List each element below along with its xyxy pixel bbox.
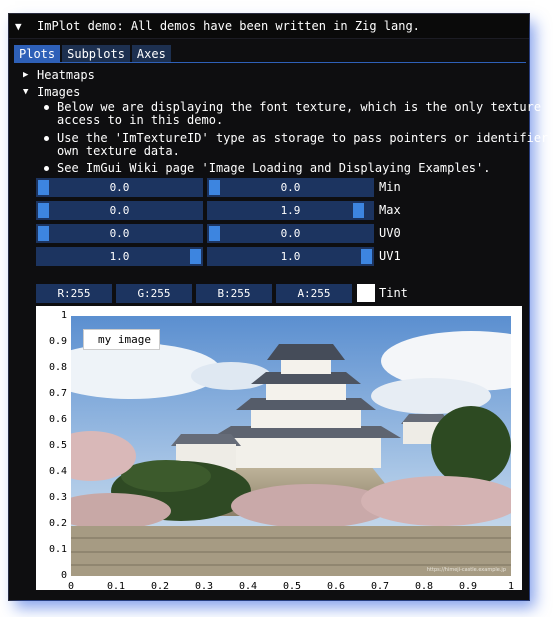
tint-label: Tint <box>379 286 408 300</box>
x-tick-label: 1 <box>507 581 515 592</box>
slider-grab[interactable] <box>38 203 49 218</box>
castle-image: https://himeji-castle.example.jp <box>71 316 511 576</box>
x-tick-label: 0.1 <box>107 581 126 592</box>
tab-axes[interactable]: Axes <box>131 45 171 62</box>
x-tick-label: 0.8 <box>415 581 434 592</box>
window-titlebar[interactable]: ▼ ImPlot demo: All demos have been writt… <box>9 14 529 39</box>
x-tick-label: 0.9 <box>459 581 478 592</box>
uv0-label: UV0 <box>379 226 401 240</box>
bullet-line: access to in this demo. <box>57 113 224 127</box>
bullet-text-2: Use the 'ImTextureID' type as storage to… <box>57 132 548 158</box>
tint-green-field[interactable]: G:255 <box>116 284 192 303</box>
x-tick-label: 0.4 <box>239 581 258 592</box>
x-tick-label: 0.2 <box>151 581 170 592</box>
y-tick-label: 0.3 <box>48 492 67 503</box>
expanded-arrow-icon: ▼ <box>23 87 29 97</box>
tint-alpha-field[interactable]: A:255 <box>276 284 352 303</box>
uv1-slider-a[interactable]: 1.0 <box>36 247 203 266</box>
slider-value: 1.0 <box>280 250 301 263</box>
slider-value: 1.9 <box>280 204 301 217</box>
tab-subplots[interactable]: Subplots <box>62 45 130 62</box>
y-tick-label: 0.6 <box>48 414 67 425</box>
y-tick-label: 0.8 <box>48 362 67 373</box>
slider-value: 0.0 <box>109 227 130 240</box>
y-tick-label: 0.7 <box>48 388 67 399</box>
slider-grab[interactable] <box>209 226 220 241</box>
slider-grab[interactable] <box>209 180 220 195</box>
slider-grab[interactable] <box>361 249 372 264</box>
y-tick-label: 0.9 <box>48 336 67 347</box>
bullet-dot <box>44 136 49 141</box>
image-plot[interactable]: https://himeji-castle.example.jp my imag… <box>36 306 522 592</box>
bullet-line: own texture data. <box>57 144 180 158</box>
min-slider-a[interactable]: 0.0 <box>36 178 203 197</box>
uv0-slider-b[interactable]: 0.0 <box>207 224 374 243</box>
slider-grab[interactable] <box>353 203 365 218</box>
x-tick-label: 0.7 <box>371 581 390 592</box>
castle-image-svg: https://himeji-castle.example.jp <box>71 316 511 576</box>
bullet-dot <box>44 166 49 171</box>
tab-bar: Plots Subplots Axes <box>14 45 526 63</box>
bullet-line: See ImGui Wiki page 'Image Loading and D… <box>57 161 491 175</box>
bullet-dot <box>44 105 49 110</box>
bullet-text-3: See ImGui Wiki page 'Image Loading and D… <box>57 162 490 175</box>
implot-demo-window: ▼ ImPlot demo: All demos have been writt… <box>9 14 548 600</box>
uv1-label: UV1 <box>379 249 401 263</box>
y-tick-label: 1 <box>60 310 67 321</box>
slider-value: 0.0 <box>109 204 130 217</box>
x-tick-label: 0.6 <box>327 581 346 592</box>
legend-entry-my-image: my image <box>98 333 151 346</box>
bullet-text-1: Below we are displaying the font texture… <box>57 101 541 127</box>
min-slider-b[interactable]: 0.0 <box>207 178 374 197</box>
plot-legend[interactable]: my image <box>83 329 160 350</box>
tint-blue-field[interactable]: B:255 <box>196 284 272 303</box>
slider-grab[interactable] <box>38 226 49 241</box>
collapsed-arrow-icon: ▶ <box>23 70 29 80</box>
uv1-slider-b[interactable]: 1.0 <box>207 247 374 266</box>
y-tick-label: 0 <box>60 570 67 581</box>
tint-color-swatch[interactable] <box>357 284 375 302</box>
uv0-slider-a[interactable]: 0.0 <box>36 224 203 243</box>
slider-grab[interactable] <box>190 249 201 264</box>
slider-value: 0.0 <box>280 227 301 240</box>
x-tick-label: 0.3 <box>195 581 214 592</box>
y-tick-label: 0.1 <box>48 544 67 555</box>
y-tick-label: 0.5 <box>48 440 67 451</box>
slider-grab[interactable] <box>38 180 49 195</box>
tree-label-heatmaps: Heatmaps <box>37 68 95 82</box>
tree-node-images[interactable]: ▼ Images <box>23 85 80 99</box>
x-tick-label: 0.5 <box>283 581 302 592</box>
slider-value: 1.0 <box>109 250 130 263</box>
tree-node-heatmaps[interactable]: ▶ Heatmaps <box>23 68 95 82</box>
max-label: Max <box>379 203 401 217</box>
max-slider-a[interactable]: 0.0 <box>36 201 203 220</box>
min-label: Min <box>379 180 401 194</box>
tree-label-images: Images <box>37 85 81 99</box>
y-tick-label: 0.2 <box>48 518 67 529</box>
window-title: ImPlot demo: All demos have been written… <box>37 19 420 33</box>
slider-value: 0.0 <box>109 181 130 194</box>
max-slider-b[interactable]: 1.9 <box>207 201 374 220</box>
x-tick-label: 0 <box>67 581 75 592</box>
tint-red-field[interactable]: R:255 <box>36 284 112 303</box>
slider-value: 0.0 <box>280 181 301 194</box>
y-tick-label: 0.4 <box>48 466 67 477</box>
collapse-arrow-icon[interactable]: ▼ <box>15 20 29 33</box>
image-watermark: https://himeji-castle.example.jp <box>427 567 506 573</box>
tab-plots[interactable]: Plots <box>14 45 61 62</box>
